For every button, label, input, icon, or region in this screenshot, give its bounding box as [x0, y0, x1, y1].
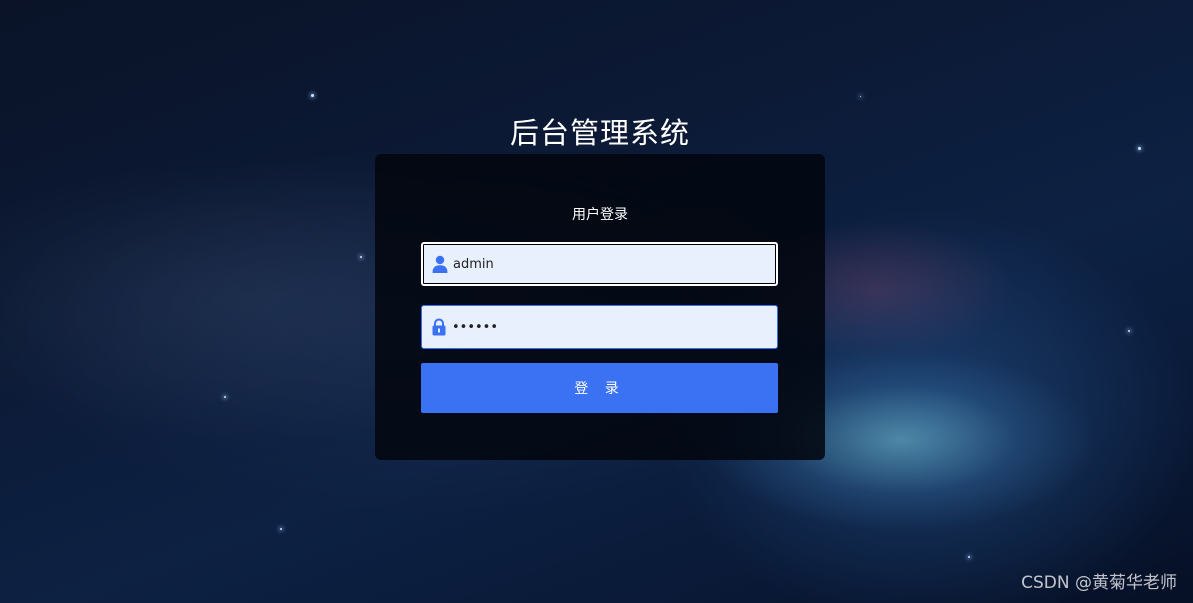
csdn-watermark: CSDN @黄菊华老师 — [1021, 573, 1177, 593]
user-icon — [431, 254, 449, 274]
star-decoration — [224, 396, 226, 398]
password-input[interactable] — [452, 319, 752, 335]
username-input[interactable] — [453, 256, 753, 272]
star-decoration — [280, 528, 282, 530]
star-decoration — [968, 556, 970, 558]
star-decoration — [311, 94, 314, 97]
password-field[interactable] — [421, 305, 778, 349]
login-card: 用户登录 登 录 — [375, 154, 825, 460]
star-decoration — [1128, 330, 1130, 332]
star-decoration — [860, 96, 861, 97]
lock-icon — [430, 317, 448, 337]
page-title: 后台管理系统 — [509, 116, 690, 150]
username-field[interactable] — [421, 242, 778, 286]
star-decoration — [360, 256, 362, 258]
login-button[interactable]: 登 录 — [421, 363, 778, 413]
login-heading: 用户登录 — [572, 207, 628, 223]
